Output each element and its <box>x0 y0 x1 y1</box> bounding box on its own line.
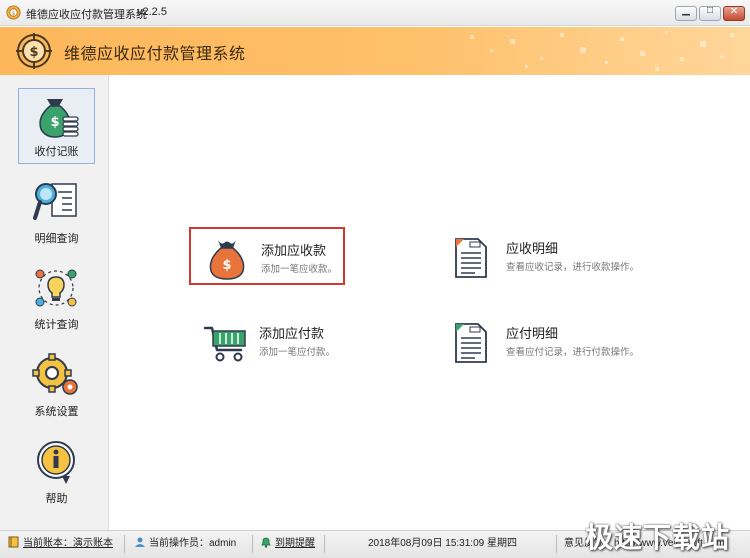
header-title: 维德应收应付款管理系统 <box>64 46 246 63</box>
close-icon: ✕ <box>729 6 739 17</box>
document-icon <box>455 238 487 278</box>
action-title: 应付明细 <box>506 326 559 341</box>
payable-detail-button[interactable]: 应付明细 查看应付记录，进行付款操作。 <box>436 312 666 370</box>
add-receivable-button[interactable]: $ 添加应收款 添加一笔应收款。 <box>189 227 345 285</box>
add-payable-button[interactable]: 添加应付款 添加一笔应付款。 <box>189 312 343 370</box>
sidebar-item-bookkeeping[interactable]: $ 收付记账 <box>18 88 95 164</box>
sidebar-item-settings[interactable]: 系统设置 <box>18 347 95 423</box>
window-title: 维德应收应付款管理系统 <box>26 9 147 21</box>
app-icon: $ <box>6 5 21 20</box>
svg-text:$: $ <box>50 115 59 130</box>
status-separator <box>124 535 125 553</box>
magnifier-document-icon <box>33 183 77 220</box>
money-bag-icon: $ <box>39 99 79 138</box>
svg-text:$: $ <box>29 45 38 60</box>
action-title: 添加应付款 <box>259 326 325 341</box>
action-desc: 添加一笔应收款。 <box>261 264 338 275</box>
close-button[interactable]: ✕ <box>723 6 745 21</box>
target-logo-icon: $ <box>16 33 52 69</box>
status-separator <box>556 535 557 553</box>
gear-icon <box>32 353 78 395</box>
status-datetime: 2018年08月09日 15:31:09 星期四 <box>368 538 517 549</box>
status-reminder[interactable]: 到期提醒 <box>256 535 320 553</box>
sidebar-item-statistics[interactable]: 统计查询 <box>18 260 95 336</box>
action-desc: 查看应付记录，进行付款操作。 <box>506 347 640 358</box>
header-decoration <box>470 31 734 71</box>
document-icon <box>455 323 487 363</box>
minimize-button[interactable]: ▁ <box>675 5 697 21</box>
book-icon <box>8 536 19 548</box>
window-titlebar: $ 维德应收应付款管理系统 v2.2.5 ▁ □ ✕ <box>0 0 750 26</box>
action-desc: 查看应收记录，进行收款操作。 <box>506 262 640 273</box>
bell-icon <box>261 537 271 548</box>
maximize-button[interactable]: □ <box>699 5 721 21</box>
lightbulb-cycle-icon <box>35 269 77 307</box>
receivable-detail-button[interactable]: 应收明细 查看应收记录，进行收款操作。 <box>436 227 666 285</box>
maximize-icon: □ <box>706 5 714 16</box>
app-header: $ 维德应收应付款管理系统 <box>0 27 750 75</box>
window-version: v2.2.5 <box>137 6 167 18</box>
svg-text:$: $ <box>12 11 16 17</box>
svg-text:$: $ <box>222 258 231 273</box>
minimize-icon: ▁ <box>682 5 690 16</box>
status-operator: 当前操作员：admin <box>130 535 250 553</box>
sidebar-item-detail-query[interactable]: 明细查询 <box>18 174 95 250</box>
info-icon <box>37 441 75 484</box>
sidebar-item-label: 帮助 <box>45 493 68 505</box>
status-operator-text: 当前操作员：admin <box>149 538 237 549</box>
status-account-text: 当前账本：演示账本 <box>23 538 113 549</box>
action-title: 应收明细 <box>506 241 559 256</box>
shopping-cart-icon <box>203 326 246 362</box>
user-icon <box>135 537 145 547</box>
sidebar-item-label: 统计查询 <box>34 319 79 331</box>
status-separator <box>252 535 253 553</box>
sidebar: $ 收付记账 明细查询 统计查询 系统设置 帮助 <box>0 75 109 530</box>
status-account[interactable]: 当前账本：演示账本 <box>4 535 120 553</box>
sidebar-item-label: 系统设置 <box>34 406 79 418</box>
action-desc: 添加一笔应付款。 <box>259 347 336 358</box>
money-bag-icon: $ <box>209 240 245 280</box>
status-separator <box>324 535 325 553</box>
sidebar-item-label: 收付记账 <box>34 146 79 158</box>
sidebar-item-help[interactable]: 帮助 <box>18 434 95 510</box>
main-panel: $ 添加应收款 添加一笔应收款。 添加应付款 添加一笔应付款。 应收明细 查看应… <box>110 75 750 530</box>
sidebar-item-label: 明细查询 <box>34 233 79 245</box>
watermark-logo: 极速下载站 <box>584 522 730 553</box>
action-title: 添加应收款 <box>261 243 327 258</box>
status-reminder-text: 到期提醒 <box>275 538 315 549</box>
